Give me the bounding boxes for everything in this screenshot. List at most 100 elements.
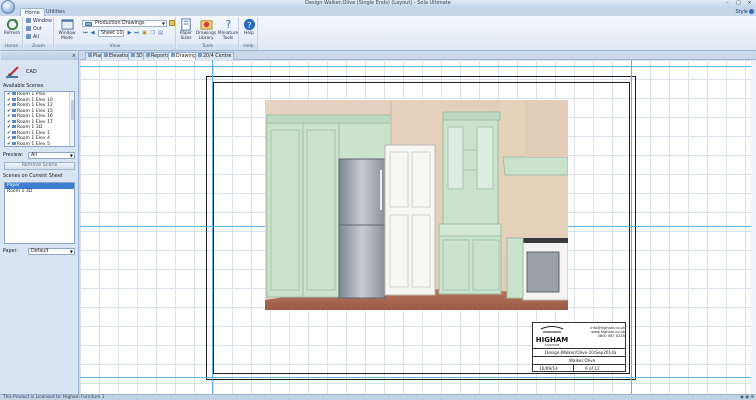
- zoom-all-icon: [26, 34, 31, 39]
- scene-icon: [11, 136, 16, 139]
- paper-label: Paper:: [3, 249, 19, 254]
- panel-header: ×: [1, 52, 78, 60]
- window-mode-button[interactable]: Window Mode: [55, 18, 79, 43]
- guide-line-horizontal[interactable]: [80, 66, 756, 67]
- help-button[interactable]: ? Help: [240, 18, 258, 43]
- status-icons: ◉ ◉ ⊕: [740, 395, 754, 400]
- scene-label: Room 1 Elev 5: [16, 141, 50, 147]
- sheet-combo[interactable]: Sheet 10: [98, 30, 124, 37]
- checkbox-icon[interactable]: ✔: [7, 131, 11, 136]
- scenes-on-sheet-label: Scenes on Current Sheet: [3, 174, 63, 179]
- scene-icon: [11, 119, 16, 123]
- checkbox-icon[interactable]: ✔: [7, 142, 11, 147]
- first-sheet-button[interactable]: ⏮: [82, 30, 89, 37]
- scene-label: Room 1 Elev 1: [16, 130, 50, 136]
- tab-20-4-centre-label: 20/4 Centre: [203, 54, 232, 59]
- refresh-button[interactable]: Refresh: [1, 18, 23, 43]
- svg-text:?: ?: [225, 20, 230, 31]
- checkbox-icon[interactable]: ✔: [7, 92, 11, 97]
- preview-select[interactable]: All ▼: [28, 152, 75, 159]
- scene-icon: [11, 114, 16, 117]
- guide-line-vertical[interactable]: [631, 60, 632, 394]
- checkbox-icon[interactable]: ✔: [7, 114, 11, 119]
- checkbox-icon[interactable]: ✔: [7, 98, 11, 103]
- list-item[interactable]: ✔ Room 1 Elev 5: [5, 141, 74, 147]
- scene-icon: [11, 97, 16, 101]
- centre-icon: [198, 53, 202, 57]
- date-value: 10/09/14: [539, 366, 558, 371]
- checkbox-icon[interactable]: ✔: [7, 125, 11, 130]
- available-scenes-list[interactable]: ✔ Room 1 Plan ✔ Room 1 Elev 10 ✔ Room 1 Elev …: [4, 91, 75, 147]
- list-item[interactable]: Room 1 3D: [5, 189, 74, 195]
- design-ref-row: Design-Walker/Olive-10/Sep2014a: [533, 348, 625, 356]
- paper-select[interactable]: Default ▼: [28, 248, 75, 255]
- title-block: HIGHAM FURNITURE info@higham.co.uk www.h…: [532, 322, 626, 372]
- remove-scene-button[interactable]: Remove Scene: [4, 162, 75, 170]
- scenes-scrollbar[interactable]: [69, 92, 74, 146]
- svg-text:?: ?: [247, 20, 251, 30]
- page-setup-icon[interactable]: ▤: [157, 30, 164, 37]
- copy-sheet-icon[interactable]: ❐: [149, 30, 156, 37]
- guide-line-horizontal[interactable]: [80, 377, 756, 378]
- status-text: This Product is Licensed to: Higham Furn…: [3, 395, 105, 400]
- phone-text: 0800 587 0235: [597, 334, 625, 338]
- guide-line-vertical[interactable]: [212, 60, 213, 394]
- kitchen-3d-render[interactable]: [265, 100, 568, 310]
- minimize-button[interactable]: –: [723, 0, 732, 6]
- zoom-out-button[interactable]: Out: [26, 26, 42, 33]
- help-icon: ?: [243, 18, 255, 31]
- scenes-on-sheet-list[interactable]: Paper Room 1 3D: [4, 182, 75, 244]
- checkbox-icon[interactable]: ✔: [7, 103, 11, 108]
- drawings-library-button[interactable]: Drawings Library: [195, 18, 217, 43]
- view-combo[interactable]: Production Drawings ▼: [82, 20, 167, 27]
- refresh-label: Refresh: [3, 31, 21, 36]
- scene-label: Room 1 Elev 16: [16, 114, 53, 119]
- app-menu-orb-icon[interactable]: [1, 0, 15, 14]
- status-bar: This Product is Licensed to: Higham Furn…: [0, 394, 756, 400]
- prev-sheet-button[interactable]: ◀: [89, 30, 96, 37]
- svg-text:HIGHAM: HIGHAM: [536, 336, 568, 344]
- paper-value: Default: [31, 249, 49, 254]
- zoom-window-label: Window: [33, 19, 52, 24]
- window-controls: – □ ×: [723, 0, 754, 6]
- checkbox-icon[interactable]: ✔: [7, 120, 11, 125]
- zoom-out-icon: [26, 26, 31, 31]
- divider: [573, 365, 574, 372]
- ribbon-group-tools: Paper Sizes Drawings Library ? Miniature…: [177, 17, 239, 50]
- new-sheet-icon[interactable]: ▣: [141, 30, 148, 37]
- cad-section[interactable]: CAD: [2, 62, 77, 82]
- folder-icon[interactable]: [169, 20, 175, 26]
- refresh-icon: [6, 18, 18, 31]
- next-sheet-button[interactable]: ▶: [126, 30, 133, 37]
- cad-icon: [6, 66, 19, 79]
- drawings-icon: [171, 53, 175, 57]
- canvas-scrollbar[interactable]: [751, 60, 756, 394]
- scene-label: Room 1 Elev 4: [16, 136, 50, 141]
- close-button[interactable]: ×: [745, 0, 754, 6]
- preview-label: Preview:: [3, 153, 24, 158]
- cad-label: CAD: [26, 69, 37, 75]
- paper-sizes-button[interactable]: Paper Sizes: [177, 18, 195, 43]
- style-menu[interactable]: Style: [735, 8, 748, 16]
- maximize-button[interactable]: □: [734, 0, 743, 6]
- tab-utilities[interactable]: Utilities: [42, 8, 69, 16]
- close-panel-icon[interactable]: ×: [72, 52, 76, 60]
- checkbox-icon[interactable]: ✔: [7, 109, 11, 114]
- title-bar: Design Walker,Olive (Single Ends) (Layou…: [0, 0, 756, 7]
- scrollbar-thumb[interactable]: [71, 100, 74, 120]
- scene-icon: [11, 108, 16, 112]
- paper-sizes-icon: [180, 18, 191, 31]
- miniature-tools-button[interactable]: ? Miniature Tools: [217, 18, 239, 43]
- group-label-home: Home: [1, 44, 22, 50]
- view-combo-value: Production Drawings: [95, 21, 145, 26]
- miniature-tools-icon: ?: [225, 20, 230, 31]
- drawing-canvas[interactable]: HIGHAM FURNITURE info@higham.co.uk www.h…: [80, 60, 756, 394]
- last-sheet-button[interactable]: ⏭: [133, 30, 140, 37]
- name-row: Walker,Olive: [533, 356, 625, 364]
- zoom-window-button[interactable]: Window: [26, 18, 52, 25]
- zoom-all-button[interactable]: All: [26, 34, 39, 41]
- help-top-icon[interactable]: [749, 9, 754, 14]
- tab-20-4-centre[interactable]: 20/4 Centre: [195, 52, 235, 60]
- checkbox-icon[interactable]: ✔: [7, 136, 11, 141]
- document-tab-strip: Plan Elevation 3D Reports Drawings 20/4 …: [80, 51, 756, 60]
